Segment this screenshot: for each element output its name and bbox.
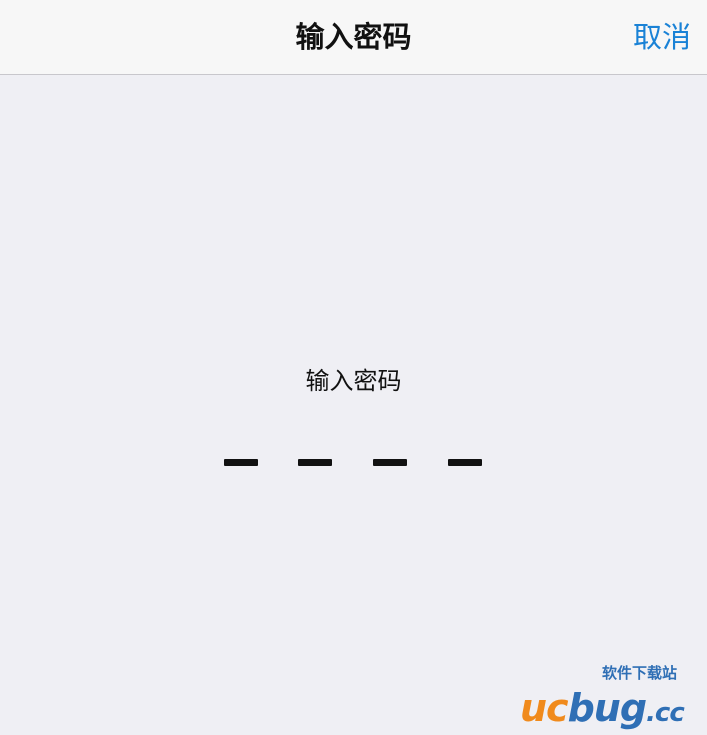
logo-uc: uc bbox=[520, 686, 569, 730]
logo-bug: bug bbox=[567, 686, 647, 730]
page-title: 输入密码 bbox=[295, 20, 412, 54]
passcode-digit-slot-1 bbox=[224, 459, 258, 466]
passcode-digit-slot-2 bbox=[298, 459, 332, 466]
passcode-prompt: 输入密码 bbox=[305, 367, 402, 395]
passcode-screen: 输入密码 取消 输入密码 软件下载站 ucbug.cc bbox=[0, 0, 707, 735]
navigation-bar: 输入密码 取消 bbox=[0, 0, 707, 75]
ucbug-logo-text: ucbug.cc bbox=[520, 686, 685, 730]
logo-cc: .cc bbox=[646, 698, 685, 728]
passcode-input[interactable] bbox=[223, 457, 485, 469]
watermark-logo: 软件下载站 ucbug.cc bbox=[520, 660, 705, 730]
ucbug-logo: ucbug.cc bbox=[520, 668, 705, 730]
passcode-digit-slot-3 bbox=[373, 459, 407, 466]
cancel-button[interactable]: 取消 bbox=[633, 18, 691, 56]
passcode-digit-slot-4 bbox=[448, 459, 482, 466]
